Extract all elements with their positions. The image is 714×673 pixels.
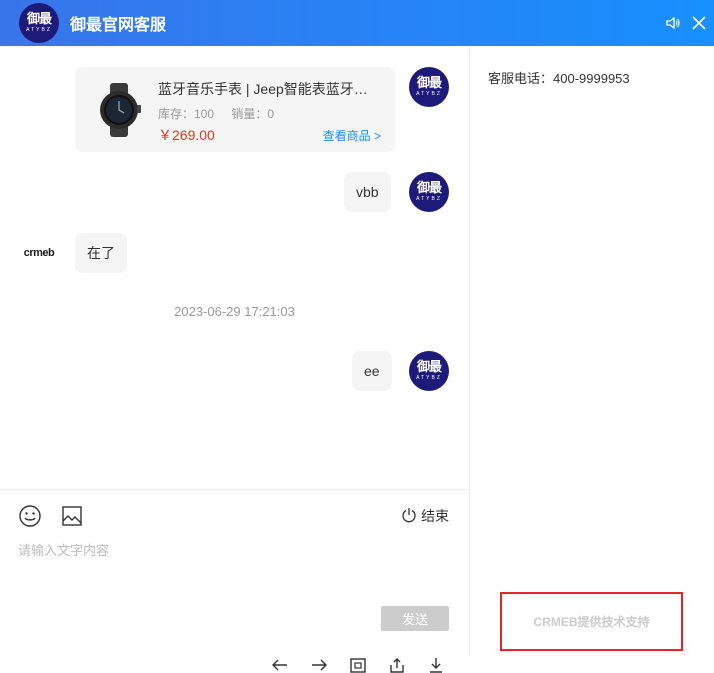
agent-message-bubble: 在了 (75, 233, 127, 273)
download-icon[interactable] (426, 657, 446, 673)
user-avatar: 御最 ATYBZ (409, 172, 449, 212)
side-info-panel: 客服电话：400-9999953 (469, 46, 714, 656)
message-input[interactable] (18, 540, 448, 600)
refresh-icon[interactable] (348, 657, 368, 673)
user-avatar: 御最 ATYBZ (409, 351, 449, 391)
share-icon[interactable] (387, 657, 407, 673)
close-icon[interactable] (691, 15, 707, 31)
service-phone: 客服电话：400-9999953 (488, 71, 630, 86)
end-session-button[interactable]: 结束 (401, 506, 449, 526)
browser-nav-bar (270, 656, 460, 673)
image-icon[interactable] (60, 504, 84, 528)
header-actions (665, 0, 707, 46)
arrow-left-icon[interactable] (270, 657, 290, 673)
power-icon (401, 507, 417, 526)
speaker-icon[interactable] (665, 15, 681, 31)
view-product-link[interactable]: 查看商品 > (323, 127, 381, 144)
end-session-label: 结束 (421, 508, 449, 524)
chat-title: 御最官网客服 (70, 17, 167, 34)
agent-avatar-crmeb-logo: crmeb (23, 247, 55, 259)
product-meta: 库存：100 销量：0 (158, 105, 274, 122)
user-message-bubble: vbb (344, 172, 391, 212)
user-avatar: 御最 ATYBZ (409, 67, 449, 107)
product-card-message[interactable]: 蓝牙音乐手表 | Jeep智能表蓝牙音乐手表 运动手表 库存：100 销量：0 … (75, 67, 395, 152)
emoji-icon[interactable] (18, 504, 42, 528)
chat-messages[interactable]: 蓝牙音乐手表 | Jeep智能表蓝牙音乐手表 运动手表 库存：100 销量：0 … (0, 46, 469, 489)
product-name: 蓝牙音乐手表 | Jeep智能表蓝牙音乐手表 运动手表 (158, 81, 378, 97)
message-composer: 结束 发送 (0, 489, 469, 656)
send-button[interactable]: 发送 (381, 606, 449, 631)
product-price: ￥269.00 (158, 127, 215, 143)
message-timestamp: 2023-06-29 17:21:03 (174, 304, 295, 319)
arrow-right-icon[interactable] (309, 657, 329, 673)
chat-header: 御最 ATYBZ 御最官网客服 (0, 0, 714, 46)
user-message-bubble: ee (352, 351, 392, 391)
tech-support-notice: CRMEB提供技术支持 (500, 592, 683, 651)
brand-logo-avatar: 御最 ATYBZ (19, 3, 59, 43)
product-watch-image (93, 83, 145, 137)
product-sales: 销量：0 (231, 107, 275, 121)
product-stock: 库存：100 (158, 107, 215, 121)
